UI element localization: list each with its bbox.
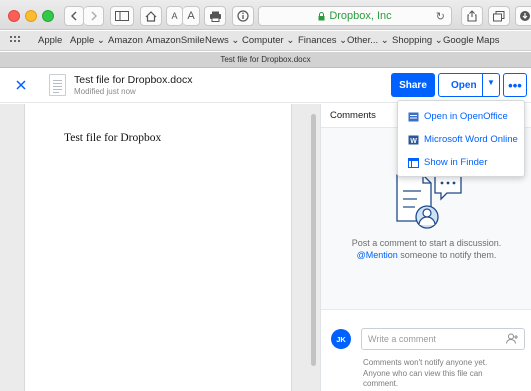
downloads-button[interactable] xyxy=(515,6,531,26)
notice-line2: Anyone who can view this file can xyxy=(363,368,483,378)
bookmark-apple[interactable]: Apple xyxy=(38,35,62,46)
mention-link[interactable]: @Mention xyxy=(357,250,398,260)
zoom-window-button[interactable] xyxy=(42,10,54,22)
file-header: Test file for Dropbox.docx Modified just… xyxy=(0,69,531,103)
bookmark-finances[interactable]: Finances ⌄ xyxy=(298,35,347,46)
browser-tab[interactable]: Test file for Dropbox.docx xyxy=(0,52,531,68)
bookmark-computer[interactable]: Computer ⌄ xyxy=(242,35,294,46)
empty-state-line2-rest: someone to notify them. xyxy=(397,250,497,260)
text-smaller-label: A xyxy=(171,11,178,21)
print-button[interactable] xyxy=(204,6,226,26)
comment-illustration-icon xyxy=(396,172,462,229)
comments-title: Comments xyxy=(330,110,376,121)
modified-status: Modified just now xyxy=(74,87,136,96)
bookmark-shopping[interactable]: Shopping ⌄ xyxy=(392,35,443,46)
printer-icon xyxy=(209,11,221,22)
comment-input[interactable]: Write a comment xyxy=(361,328,525,350)
text-smaller-button[interactable]: A xyxy=(166,6,183,26)
comment-composer: JK Write a comment Comments won't notify… xyxy=(321,309,531,391)
close-window-button[interactable] xyxy=(8,10,20,22)
menu-item-label: Show in Finder xyxy=(424,157,488,168)
share-sheet-button[interactable] xyxy=(461,6,483,26)
file-name: Test file for Dropbox.docx xyxy=(74,74,193,86)
chevron-left-icon xyxy=(71,11,77,21)
comment-notice: Comments won't notify anyone yet. Anyone… xyxy=(363,358,523,390)
empty-state-line2: @Mention someone to notify them. xyxy=(321,250,531,260)
comment-input-placeholder: Write a comment xyxy=(368,334,436,344)
open-button-divider xyxy=(482,74,483,96)
sidebar-icon xyxy=(115,11,129,21)
document-body-text: Test file for Dropbox xyxy=(64,132,162,144)
bookmark-amazon[interactable]: Amazon xyxy=(108,35,143,46)
empty-state-line1: Post a comment to start a discussion. xyxy=(351,238,502,248)
info-icon xyxy=(237,10,249,22)
text-larger-label: A xyxy=(187,10,195,22)
svg-text:W: W xyxy=(410,138,417,145)
openoffice-icon xyxy=(408,112,419,122)
open-button-label: Open xyxy=(451,80,477,91)
tabs-icon xyxy=(493,10,505,21)
share-icon xyxy=(467,10,477,22)
document-icon xyxy=(49,74,66,96)
tabs-overview-button[interactable] xyxy=(488,6,510,26)
bookmarks-bar: Apple Apple ⌄ Amazon AmazonSmile News ⌄ … xyxy=(0,31,531,51)
vertical-scrollbar[interactable] xyxy=(311,114,316,366)
avatar: JK xyxy=(331,329,351,349)
notice-line3: comment. xyxy=(363,379,399,388)
more-options-button[interactable]: ••• xyxy=(503,73,527,97)
word-icon: W xyxy=(408,135,419,145)
bookmark-news[interactable]: News ⌄ xyxy=(205,35,239,46)
menu-item-word-online[interactable]: W Microsoft Word Online xyxy=(398,130,524,150)
close-icon[interactable] xyxy=(14,78,28,92)
bookmark-google-maps[interactable]: Google Maps xyxy=(443,35,500,46)
chevron-right-icon xyxy=(91,11,97,21)
download-icon xyxy=(520,11,530,21)
notice-line1: Comments won't notify anyone yet. xyxy=(363,358,488,367)
minimize-window-button[interactable] xyxy=(25,10,37,22)
menu-item-label: Microsoft Word Online xyxy=(424,134,518,145)
address-bar[interactable]: Dropbox, Inc ↻ xyxy=(258,6,452,26)
bookmark-amazonsmile[interactable]: AmazonSmile xyxy=(146,35,205,46)
open-button[interactable]: Open ▼ xyxy=(438,73,500,97)
mention-person-icon[interactable] xyxy=(506,333,518,347)
grid-icon[interactable] xyxy=(10,36,21,45)
bookmark-apple-folder[interactable]: Apple ⌄ xyxy=(70,35,105,46)
address-text: Dropbox, Inc xyxy=(329,10,392,22)
open-with-menu: Open in OpenOffice W Microsoft Word Onli… xyxy=(397,100,525,177)
document-viewer: Test file for Dropbox xyxy=(0,104,320,391)
browser-toolbar: A A Dropbox, Inc ↻ xyxy=(0,0,531,30)
back-button[interactable] xyxy=(64,6,84,26)
home-icon xyxy=(145,10,157,22)
menu-item-label: Open in OpenOffice xyxy=(424,111,508,122)
bookmark-other[interactable]: Other... ⌄ xyxy=(347,35,389,46)
sidebar-button[interactable] xyxy=(110,6,134,26)
home-button[interactable] xyxy=(140,6,162,26)
reload-icon[interactable]: ↻ xyxy=(436,10,445,23)
document-page: Test file for Dropbox xyxy=(24,104,292,391)
text-larger-button[interactable]: A xyxy=(183,6,200,26)
finder-icon xyxy=(408,158,419,168)
share-button[interactable]: Share xyxy=(391,73,435,97)
info-button[interactable] xyxy=(232,6,254,26)
forward-button[interactable] xyxy=(84,6,104,26)
tab-title: Test file for Dropbox.docx xyxy=(220,55,311,64)
chevron-down-icon[interactable]: ▼ xyxy=(487,78,495,87)
menu-item-show-in-finder[interactable]: Show in Finder xyxy=(398,153,524,173)
lock-icon xyxy=(318,11,325,20)
menu-item-open-in-openoffice[interactable]: Open in OpenOffice xyxy=(398,107,524,127)
